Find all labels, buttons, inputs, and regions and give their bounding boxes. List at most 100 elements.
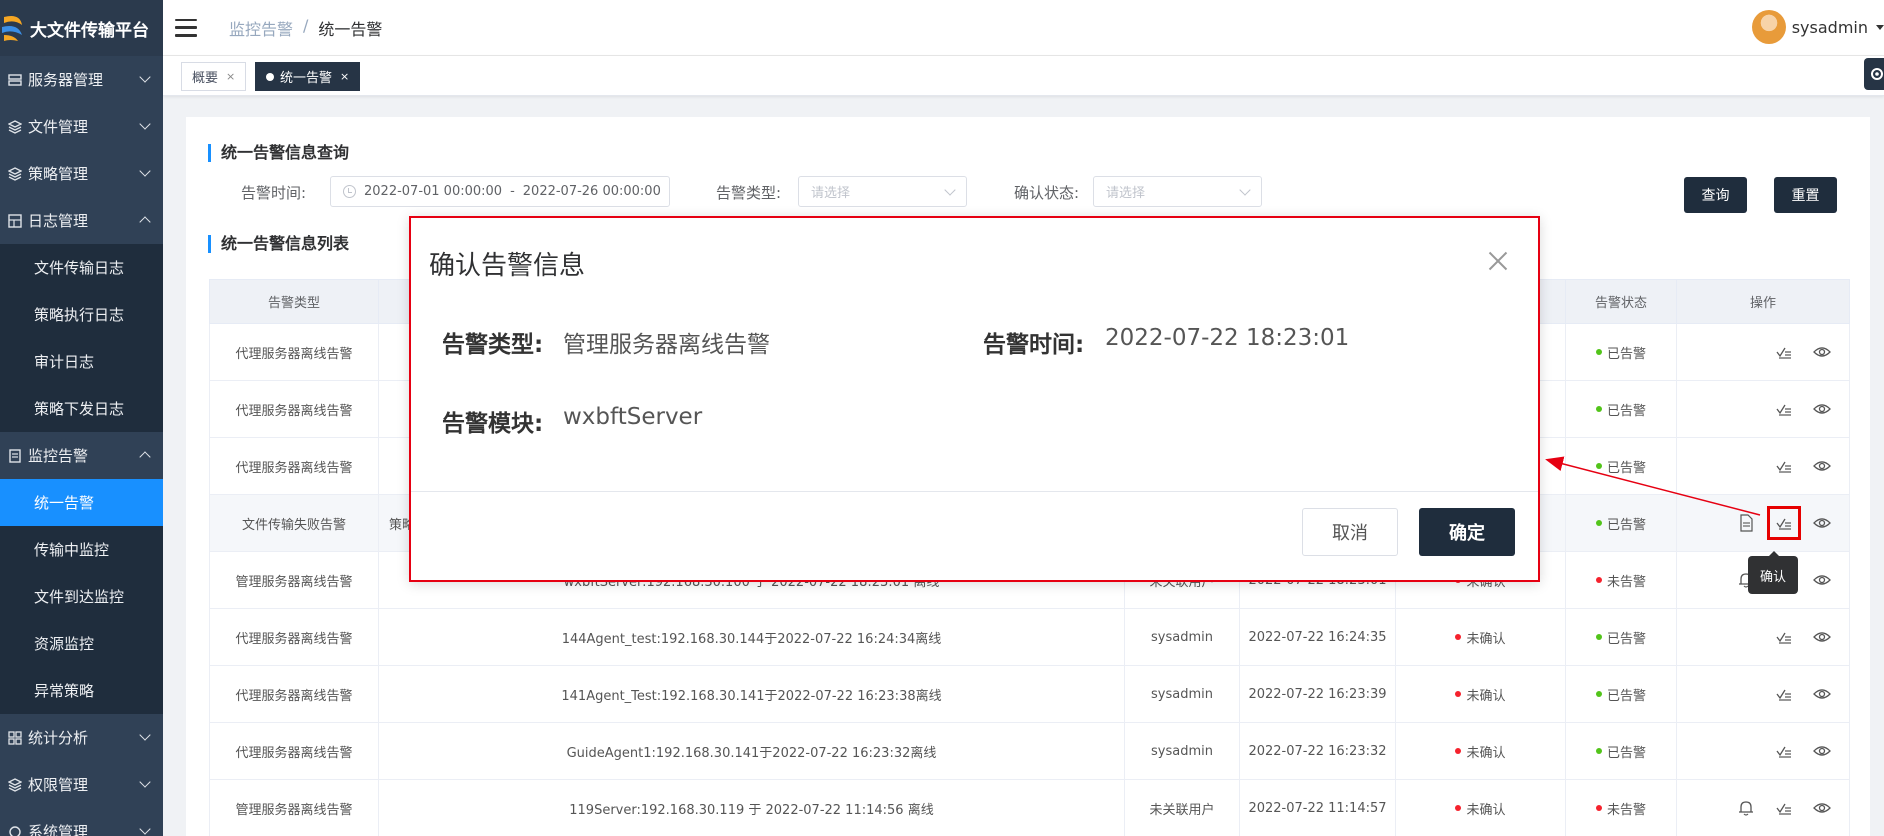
view-eye-icon[interactable] <box>1811 683 1833 705</box>
breadcrumb-item-monitor[interactable]: 监控告警 <box>229 16 293 40</box>
sidebar-item-monitor[interactable]: 监控告警 <box>0 432 163 479</box>
status-dot-icon <box>1595 691 1602 697</box>
sidebar-item-label: 监控告警 <box>28 447 89 465</box>
cell-alarm-type: 代理服务器离线告警 <box>209 665 379 723</box>
col-alarm-status: 告警状态 <box>1565 279 1677 324</box>
alarm-time-label: 告警时间: <box>241 184 307 202</box>
view-eye-icon[interactable] <box>1811 626 1833 648</box>
cell-alarm-status: 已告警 <box>1565 665 1677 723</box>
status-dot-icon <box>1595 406 1602 412</box>
cell-alarm-type: 代理服务器离线告警 <box>209 323 379 381</box>
ok-button[interactable]: 确定 <box>1419 508 1515 556</box>
bell-icon[interactable] <box>1735 797 1757 819</box>
view-eye-icon[interactable] <box>1811 341 1833 363</box>
cell-confirm: 未确认 <box>1395 665 1566 723</box>
tag-label: 概要 <box>192 71 219 86</box>
status-dot-icon <box>1595 520 1602 526</box>
status-dot-icon <box>1595 748 1602 754</box>
sidebar-item-stats[interactable]: 统计分析 <box>0 714 163 761</box>
cell-actions <box>1676 380 1850 438</box>
avatar[interactable] <box>1751 10 1786 44</box>
status-dot-icon <box>1595 577 1602 583</box>
sidebar-item-permission[interactable]: 权限管理 <box>0 761 163 808</box>
sidebar-subitem[interactable]: 异常策略 <box>0 667 163 714</box>
view-eye-icon[interactable] <box>1811 569 1833 591</box>
sidebar-item-log[interactable]: 日志管理 <box>0 197 163 244</box>
server-icon <box>8 73 22 87</box>
sidebar-item-system[interactable]: 系统管理 <box>0 808 163 836</box>
status-dot-icon <box>1455 691 1462 697</box>
confirm-check-icon[interactable] <box>1773 626 1795 648</box>
settings-gear-button[interactable] <box>1864 58 1884 90</box>
sidebar-subitem[interactable]: 审计日志 <box>0 338 163 385</box>
view-eye-icon[interactable] <box>1811 797 1833 819</box>
date-range-picker[interactable]: 2022-07-01 00:00:00 - 2022-07-26 00:00:0… <box>330 176 670 207</box>
cancel-button[interactable]: 取消 <box>1302 508 1398 556</box>
cell-content: 141Agent_Test:192.168.30.141于2022-07-22 … <box>378 665 1125 723</box>
view-eye-icon[interactable] <box>1811 740 1833 762</box>
username[interactable]: sysadmin <box>1792 18 1868 37</box>
col-alarm-type: 告警类型 <box>209 279 379 324</box>
confirm-check-icon[interactable] <box>1773 341 1795 363</box>
chevron-down-icon <box>139 729 151 741</box>
chevron-down-icon <box>139 71 151 83</box>
confirm-status: 未确认 <box>1455 685 1506 704</box>
cell-alarm-status: 已告警 <box>1565 437 1677 495</box>
view-eye-icon[interactable] <box>1811 512 1833 534</box>
close-icon[interactable] <box>1488 251 1508 271</box>
user-menu[interactable]: sysadmin <box>1751 10 1884 44</box>
status-dot-icon <box>1595 463 1602 469</box>
confirm-check-icon[interactable] <box>1773 740 1795 762</box>
sidebar-subitem[interactable]: 策略下发日志 <box>0 385 163 432</box>
alarm-type-select[interactable]: 请选择 <box>798 176 967 207</box>
dialog-module-value: wxbftServer <box>563 404 703 430</box>
cell-alarm-status: 未告警 <box>1565 779 1677 836</box>
date-end[interactable]: 2022-07-26 00:00:00 <box>523 184 661 199</box>
active-dot-icon <box>266 72 274 81</box>
table-row: 代理服务器离线告警 144Agent_test:192.168.30.144于20… <box>209 608 1850 666</box>
sidebar-subitem[interactable]: 文件到达监控 <box>0 573 163 620</box>
cell-alarm-status: 未告警 <box>1565 551 1677 609</box>
sidebar-subitem[interactable]: 文件传输日志 <box>0 244 163 291</box>
sidebar-item-label: 系统管理 <box>28 823 89 836</box>
cell-time: 2022-07-22 16:24:35 <box>1239 608 1396 666</box>
detail-doc-icon[interactable] <box>1735 512 1757 534</box>
status-badge: 已告警 <box>1595 457 1646 476</box>
stats-icon <box>8 730 22 745</box>
view-eye-icon[interactable] <box>1811 455 1833 477</box>
status-dot-icon <box>1595 805 1602 811</box>
cell-user: sysadmin <box>1124 608 1240 666</box>
app-title: 大文件传输平台 <box>30 20 149 41</box>
cell-time: 2022-07-22 11:14:57 <box>1239 779 1396 836</box>
confirm-status-select[interactable]: 请选择 <box>1093 176 1262 207</box>
status-badge: 已告警 <box>1595 343 1646 362</box>
reset-button[interactable]: 重置 <box>1774 177 1837 213</box>
confirm-check-icon[interactable] <box>1773 455 1795 477</box>
close-icon[interactable]: × <box>226 70 235 83</box>
search-button[interactable]: 查询 <box>1684 177 1747 213</box>
view-eye-icon[interactable] <box>1811 398 1833 420</box>
date-start[interactable]: 2022-07-01 00:00:00 <box>364 184 502 199</box>
caret-down-icon[interactable] <box>1876 24 1884 30</box>
tag-unified-alarm[interactable]: 统一告警 × <box>255 62 361 91</box>
sidebar-item-server[interactable]: 服务器管理 <box>0 56 163 103</box>
confirm-check-icon[interactable] <box>1773 398 1795 420</box>
dialog-module-label: 告警模块: <box>442 411 544 437</box>
sidebar-subitem[interactable]: 资源监控 <box>0 620 163 667</box>
sidebar-subitem[interactable]: 传输中监控 <box>0 526 163 573</box>
chevron-down-icon <box>139 776 151 788</box>
cell-alarm-type: 文件传输失败告警 <box>209 494 379 552</box>
sidebar-item-label: 日志管理 <box>28 212 89 230</box>
sidebar-item-file[interactable]: 文件管理 <box>0 103 163 150</box>
close-icon[interactable]: × <box>340 70 349 83</box>
confirm-status: 未确认 <box>1455 742 1506 761</box>
sidebar-subitem[interactable]: 策略执行日志 <box>0 291 163 338</box>
confirm-check-icon[interactable] <box>1773 683 1795 705</box>
hamburger-menu-icon[interactable] <box>175 18 197 37</box>
confirm-check-icon[interactable] <box>1773 797 1795 819</box>
confirm-check-icon[interactable] <box>1767 506 1801 540</box>
sidebar-subitem[interactable]: 统一告警 <box>0 479 163 526</box>
tag-overview[interactable]: 概要 × <box>181 62 247 91</box>
file-icon <box>8 119 22 134</box>
sidebar-item-policy[interactable]: 策略管理 <box>0 150 163 197</box>
